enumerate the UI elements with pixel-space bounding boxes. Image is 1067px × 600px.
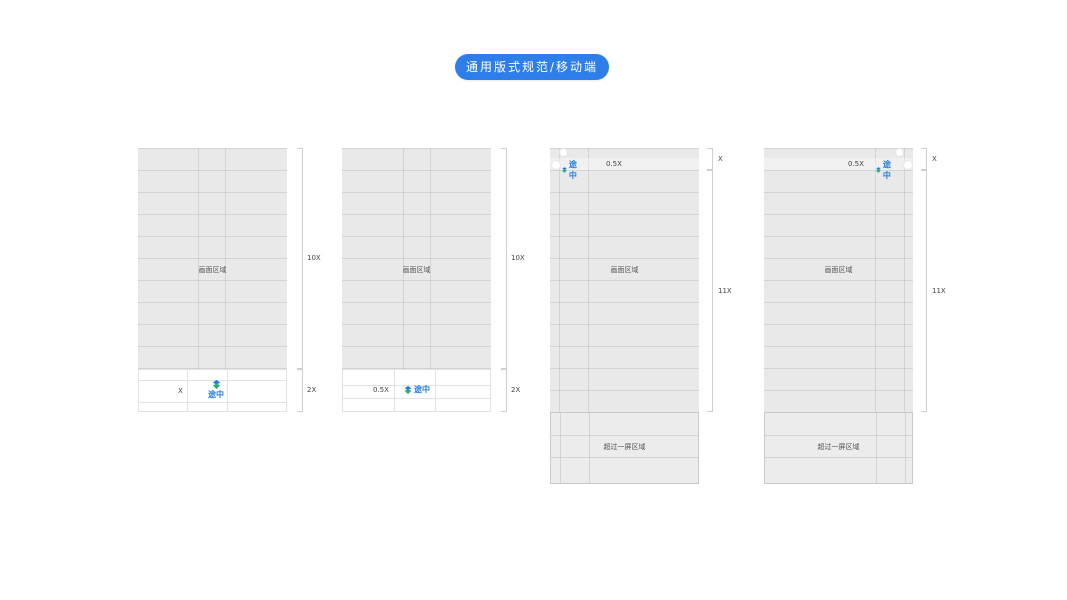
overflow-area: 超过一屏区域	[764, 412, 913, 484]
dim-bracket-area	[707, 170, 713, 412]
logo-mark-icon	[876, 167, 881, 173]
dim-logo-margin: X	[178, 387, 183, 395]
dim-bracket-footer	[297, 369, 303, 412]
dim-bracket-area	[297, 148, 303, 369]
area-label: 画面区域	[610, 266, 639, 274]
dim-bracket-area	[501, 148, 507, 369]
area-label: 画面区域	[824, 266, 853, 274]
dim-bracket-area	[921, 170, 927, 412]
footer-area: 途中	[342, 369, 491, 412]
footer-area: 途中	[138, 369, 287, 412]
page-title: 通用版式规范/移动端	[455, 54, 609, 80]
dim-logo-margin: 0.5X	[373, 386, 389, 394]
dim-bracket-footer	[501, 369, 507, 412]
screen-area: 画面区域	[342, 148, 491, 369]
logo-text: 途中	[208, 390, 224, 399]
brand-logo: 途中	[561, 159, 580, 181]
screen-area: 画面区域	[138, 148, 287, 369]
dim-area-label: 10X	[511, 254, 525, 262]
brand-logo: 途中	[403, 384, 430, 395]
logo-mark-icon	[562, 167, 567, 173]
overflow-label: 超过一屏区域	[603, 443, 646, 451]
dim-area-label: 11X	[932, 287, 946, 295]
dim-logo-margin: 0.5X	[606, 160, 622, 168]
overflow-label: 超过一屏区域	[817, 443, 860, 451]
area-label: 画面区域	[402, 266, 431, 274]
brand-logo: 途中	[875, 159, 894, 181]
logo-mark-icon	[212, 379, 220, 390]
logo-mark-icon	[404, 385, 412, 394]
dim-area-label: 11X	[718, 287, 732, 295]
dim-header-label: X	[718, 155, 723, 163]
dim-bracket-header	[921, 148, 927, 170]
dim-footer-label: 2X	[307, 386, 317, 394]
dim-header-label: X	[932, 155, 937, 163]
overflow-area: 超过一屏区域	[550, 412, 699, 484]
logo-text: 途中	[568, 160, 577, 180]
area-label: 画面区域	[198, 266, 227, 274]
dim-footer-label: 2X	[511, 386, 521, 394]
dim-logo-margin: 0.5X	[848, 160, 864, 168]
dim-bracket-header	[707, 148, 713, 170]
logo-text: 途中	[414, 385, 430, 394]
dim-area-label: 10X	[307, 254, 321, 262]
screen-area: 画面区域	[550, 148, 699, 412]
screen-area: 画面区域	[764, 148, 913, 412]
logo-text: 途中	[882, 160, 891, 180]
brand-logo: 途中	[206, 379, 226, 399]
